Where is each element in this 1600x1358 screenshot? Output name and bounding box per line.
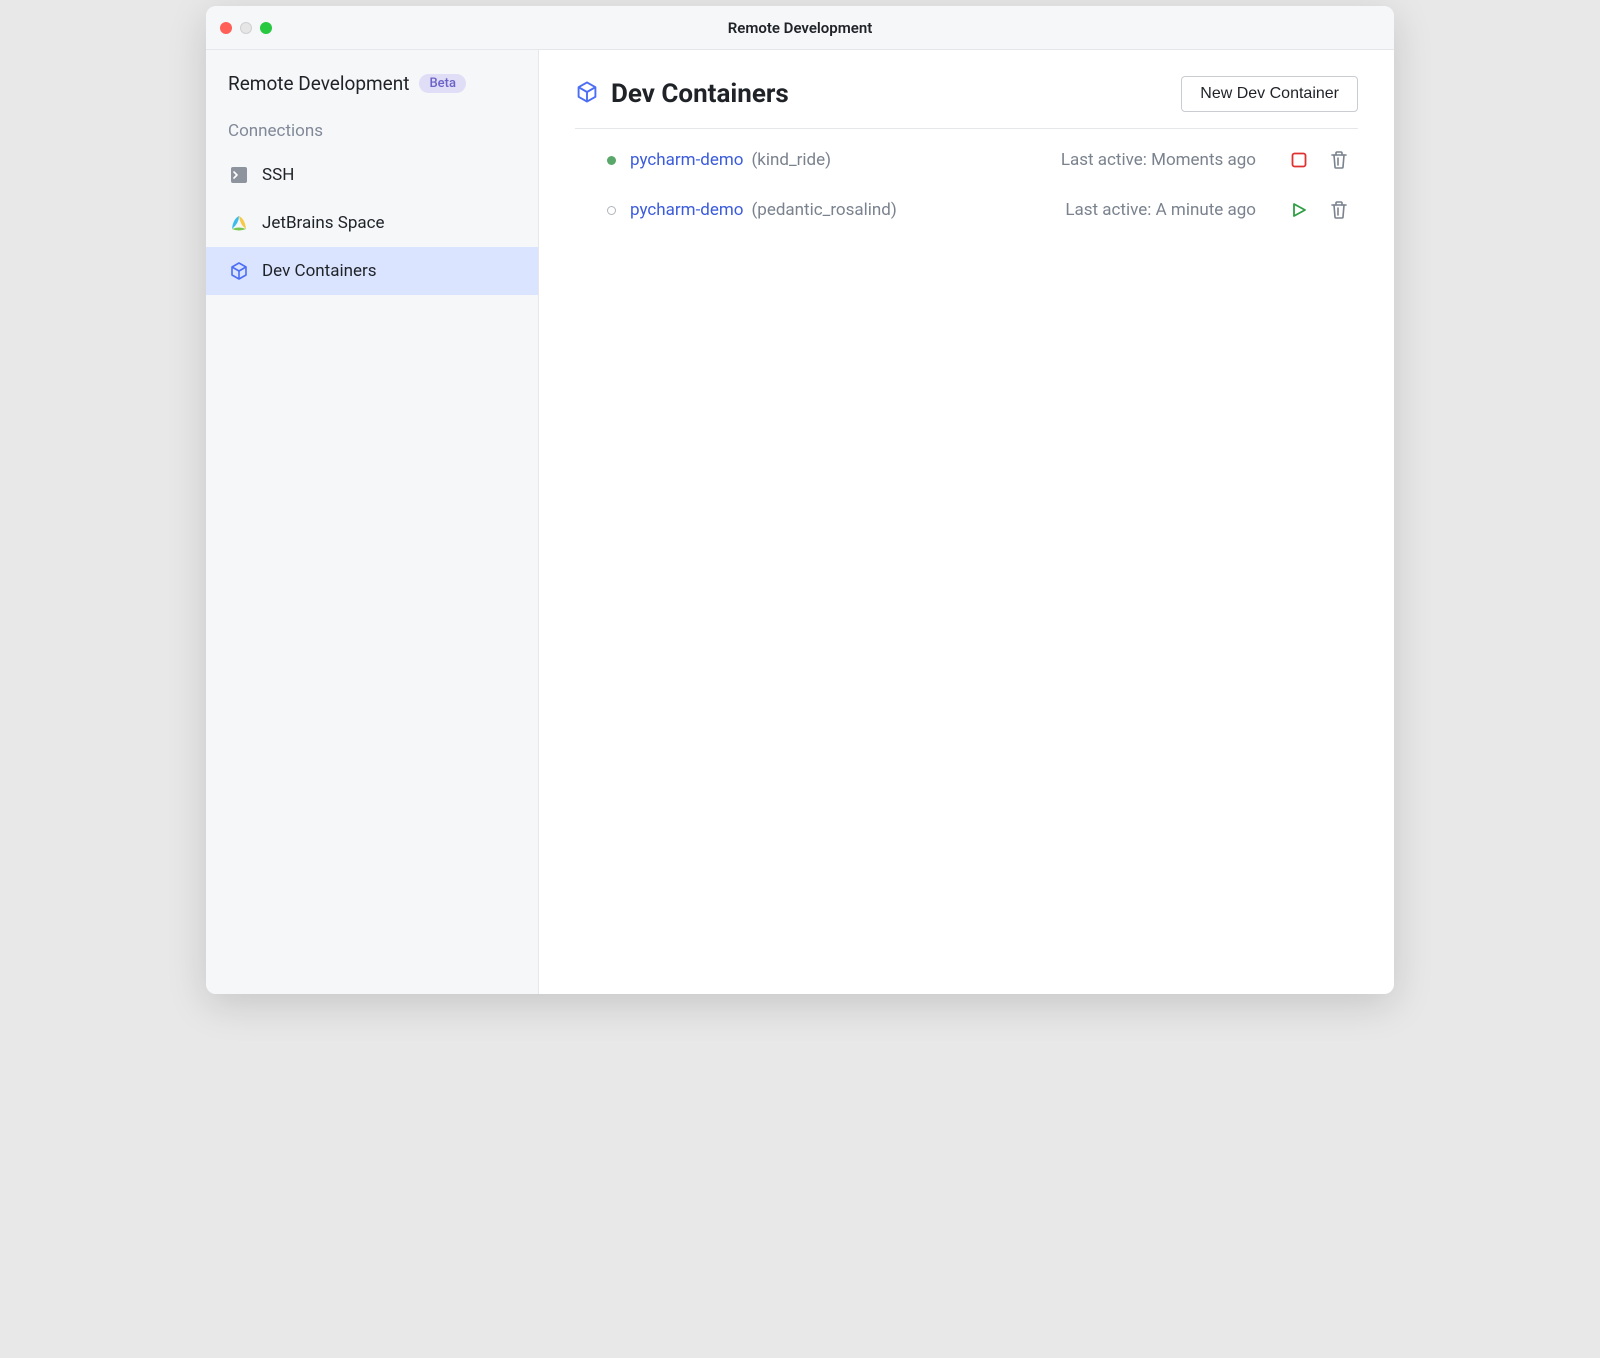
window-body: Remote Development Beta Connections SSH	[206, 50, 1394, 994]
status-dot-running-icon	[607, 156, 616, 165]
container-row[interactable]: pycharm-demo (kind_ride) Last active: Mo…	[575, 135, 1358, 185]
sidebar-title: Remote Development	[228, 72, 409, 95]
container-subname: (kind_ride)	[751, 150, 831, 170]
container-name-link[interactable]: pycharm-demo	[630, 150, 743, 170]
new-dev-container-button[interactable]: New Dev Container	[1181, 76, 1358, 112]
status-dot-stopped-icon	[607, 206, 616, 215]
sidebar-item-dev-containers[interactable]: Dev Containers	[206, 247, 538, 295]
app-window: Remote Development Remote Development Be…	[206, 6, 1394, 994]
main-header: Dev Containers New Dev Container	[575, 76, 1358, 112]
last-active-label: Last active: Moments ago	[1061, 150, 1256, 170]
terminal-icon	[228, 164, 250, 186]
stop-container-button[interactable]	[1288, 149, 1310, 171]
delete-container-button[interactable]	[1328, 199, 1350, 221]
last-active-label: Last active: A minute ago	[1065, 200, 1256, 220]
run-container-button[interactable]	[1288, 199, 1310, 221]
window-minimize-button[interactable]	[240, 22, 252, 34]
sidebar-header: Remote Development Beta	[206, 50, 538, 109]
sidebar-item-label: Dev Containers	[262, 261, 377, 281]
container-subname: (pedantic_rosalind)	[751, 200, 896, 220]
window-controls	[206, 22, 272, 34]
delete-container-button[interactable]	[1328, 149, 1350, 171]
sidebar-item-ssh[interactable]: SSH	[206, 151, 538, 199]
window-title: Remote Development	[206, 19, 1394, 37]
page-title: Dev Containers	[611, 79, 789, 109]
container-row[interactable]: pycharm-demo (pedantic_rosalind) Last ac…	[575, 185, 1358, 235]
cube-icon	[228, 260, 250, 282]
play-icon	[1290, 201, 1308, 219]
divider	[575, 128, 1358, 129]
sidebar-item-label: JetBrains Space	[262, 213, 385, 233]
row-actions	[1288, 199, 1350, 221]
container-name-link[interactable]: pycharm-demo	[630, 200, 743, 220]
trash-icon	[1330, 200, 1348, 220]
window-maximize-button[interactable]	[260, 22, 272, 34]
main-content: Dev Containers New Dev Container pycharm…	[539, 50, 1394, 994]
row-actions	[1288, 149, 1350, 171]
space-icon	[228, 212, 250, 234]
sidebar-item-jetbrains-space[interactable]: JetBrains Space	[206, 199, 538, 247]
sidebar: Remote Development Beta Connections SSH	[206, 50, 539, 994]
titlebar: Remote Development	[206, 6, 1394, 50]
sidebar-section-label: Connections	[206, 109, 538, 151]
main-heading: Dev Containers	[575, 79, 789, 109]
sidebar-item-label: SSH	[262, 165, 294, 185]
beta-badge: Beta	[419, 74, 466, 93]
stop-icon	[1290, 151, 1308, 169]
trash-icon	[1330, 150, 1348, 170]
window-close-button[interactable]	[220, 22, 232, 34]
cube-icon	[575, 80, 599, 108]
